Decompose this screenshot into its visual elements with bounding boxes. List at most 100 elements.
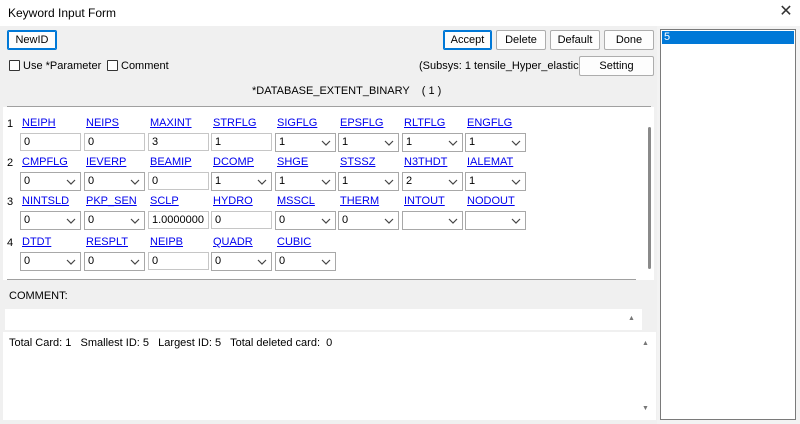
field-label-therm[interactable]: THERM [340, 195, 379, 207]
comment-scroll-up-icon[interactable]: ▲ [628, 315, 635, 322]
field-label-neipb[interactable]: NEIPB [150, 236, 183, 248]
chevron-down-icon[interactable] [448, 215, 458, 227]
accept-button[interactable]: Accept [443, 30, 492, 50]
field-label-n3thdt[interactable]: N3THDT [404, 156, 447, 168]
chevron-down-icon[interactable] [321, 256, 331, 268]
field-select-sigflg[interactable]: 1 [275, 133, 336, 152]
field-select-pkp-sen[interactable]: 0 [84, 211, 145, 230]
field-label-quadr[interactable]: QUADR [213, 236, 253, 248]
chevron-down-icon[interactable] [130, 215, 140, 227]
field-label-sigflg[interactable]: SIGFLG [277, 117, 317, 129]
select-value: 0 [24, 175, 31, 187]
default-button[interactable]: Default [550, 30, 600, 50]
chevron-down-icon[interactable] [384, 215, 394, 227]
field-input-hydro[interactable]: 0 [211, 211, 272, 229]
field-select-quadr[interactable]: 0 [211, 252, 272, 271]
field-label-beamip[interactable]: BEAMIP [150, 156, 192, 168]
chevron-down-icon[interactable] [511, 137, 521, 149]
field-select-dtdt[interactable]: 0 [20, 252, 81, 271]
field-label-cmpflg[interactable]: CMPFLG [22, 156, 68, 168]
field-select-resplt[interactable]: 0 [84, 252, 145, 271]
id-list-item[interactable]: 5 [662, 31, 794, 44]
field-label-cubic[interactable]: CUBIC [277, 236, 311, 248]
done-button[interactable]: Done [604, 30, 654, 50]
field-select-dcomp[interactable]: 1 [211, 172, 272, 191]
chevron-down-icon[interactable] [448, 137, 458, 149]
field-label-nintsld[interactable]: NINTSLD [22, 195, 69, 207]
chevron-down-icon[interactable] [511, 176, 521, 188]
field-label-msscl[interactable]: MSSCL [277, 195, 315, 207]
field-label-neiph[interactable]: NEIPH [22, 117, 56, 129]
field-select-nintsld[interactable]: 0 [20, 211, 81, 230]
chevron-down-icon[interactable] [321, 176, 331, 188]
close-icon[interactable]: ✕ [776, 3, 796, 23]
chevron-down-icon[interactable] [384, 137, 394, 149]
field-input-maxint[interactable]: 3 [148, 133, 209, 151]
field-label-rltflg[interactable]: RLTFLG [404, 117, 445, 129]
field-input-strflg[interactable]: 1 [211, 133, 272, 151]
field-label-dtdt[interactable]: DTDT [22, 236, 51, 248]
field-select-n3thdt[interactable]: 2 [402, 172, 463, 191]
chevron-down-icon[interactable] [448, 176, 458, 188]
chevron-down-icon[interactable] [321, 137, 331, 149]
chevron-down-icon[interactable] [321, 215, 331, 227]
field-label-engflg[interactable]: ENGFLG [467, 117, 512, 129]
card-scrollbar[interactable] [648, 127, 651, 269]
chevron-down-icon[interactable] [66, 215, 76, 227]
use-parameter-checkbox[interactable] [9, 60, 20, 71]
chevron-down-icon[interactable] [130, 176, 140, 188]
chevron-down-icon[interactable] [511, 215, 521, 227]
field-input-beamip[interactable]: 0 [148, 172, 209, 190]
status-scroll-down-icon[interactable]: ▼ [642, 405, 649, 412]
field-label-sclp[interactable]: SCLP [150, 195, 179, 207]
field-select-cubic[interactable]: 0 [275, 252, 336, 271]
chevron-down-icon[interactable] [66, 176, 76, 188]
field-label-stssz[interactable]: STSSZ [340, 156, 375, 168]
field-select-therm[interactable]: 0 [338, 211, 399, 230]
field-input-neipb[interactable]: 0 [148, 252, 209, 270]
status-text: Total Card: 1 Smallest ID: 5 Largest ID:… [9, 337, 333, 349]
chevron-down-icon[interactable] [257, 176, 267, 188]
chevron-down-icon[interactable] [257, 256, 267, 268]
field-select-msscl[interactable]: 0 [275, 211, 336, 230]
chevron-down-icon[interactable] [384, 176, 394, 188]
field-label-maxint[interactable]: MAXINT [150, 117, 192, 129]
chevron-down-icon[interactable] [66, 256, 76, 268]
status-scroll-up-icon[interactable]: ▲ [642, 340, 649, 347]
field-label-shge[interactable]: SHGE [277, 156, 308, 168]
field-label-resplt[interactable]: RESPLT [86, 236, 128, 248]
field-label-ieverp[interactable]: IEVERP [86, 156, 126, 168]
field-select-rltflg[interactable]: 1 [402, 133, 463, 152]
field-input-neips[interactable]: 0 [84, 133, 145, 151]
field-label-epsflg[interactable]: EPSFLG [340, 117, 383, 129]
field-select-intout[interactable] [402, 211, 463, 230]
comment-input[interactable] [5, 309, 642, 330]
window-title: Keyword Input Form [8, 6, 117, 20]
field-select-ieverp[interactable]: 0 [84, 172, 145, 191]
field-label-neips[interactable]: NEIPS [86, 117, 119, 129]
field-label-nodout[interactable]: NODOUT [467, 195, 515, 207]
field-label-ialemat[interactable]: IALEMAT [467, 156, 513, 168]
delete-button[interactable]: Delete [496, 30, 546, 50]
field-select-epsflg[interactable]: 1 [338, 133, 399, 152]
field-label-pkp-sen[interactable]: PKP_SEN [86, 195, 137, 207]
field-select-ialemat[interactable]: 1 [465, 172, 526, 191]
select-value: 1 [469, 175, 476, 187]
field-label-dcomp[interactable]: DCOMP [213, 156, 254, 168]
field-select-cmpflg[interactable]: 0 [20, 172, 81, 191]
field-select-nodout[interactable] [465, 211, 526, 230]
comment-checkbox[interactable] [107, 60, 118, 71]
field-select-stssz[interactable]: 1 [338, 172, 399, 191]
field-input-neiph[interactable]: 0 [20, 133, 81, 151]
new-id-button[interactable]: NewID [7, 30, 57, 50]
field-label-strflg[interactable]: STRFLG [213, 117, 256, 129]
field-input-sclp[interactable]: 1.0000000 [148, 211, 209, 229]
chevron-down-icon[interactable] [130, 256, 140, 268]
row-number: 4 [7, 237, 14, 249]
field-select-engflg[interactable]: 1 [465, 133, 526, 152]
field-label-hydro[interactable]: HYDRO [213, 195, 253, 207]
field-select-shge[interactable]: 1 [275, 172, 336, 191]
field-label-intout[interactable]: INTOUT [404, 195, 445, 207]
id-list[interactable]: 5 [660, 29, 796, 420]
setting-button[interactable]: Setting [579, 56, 654, 76]
